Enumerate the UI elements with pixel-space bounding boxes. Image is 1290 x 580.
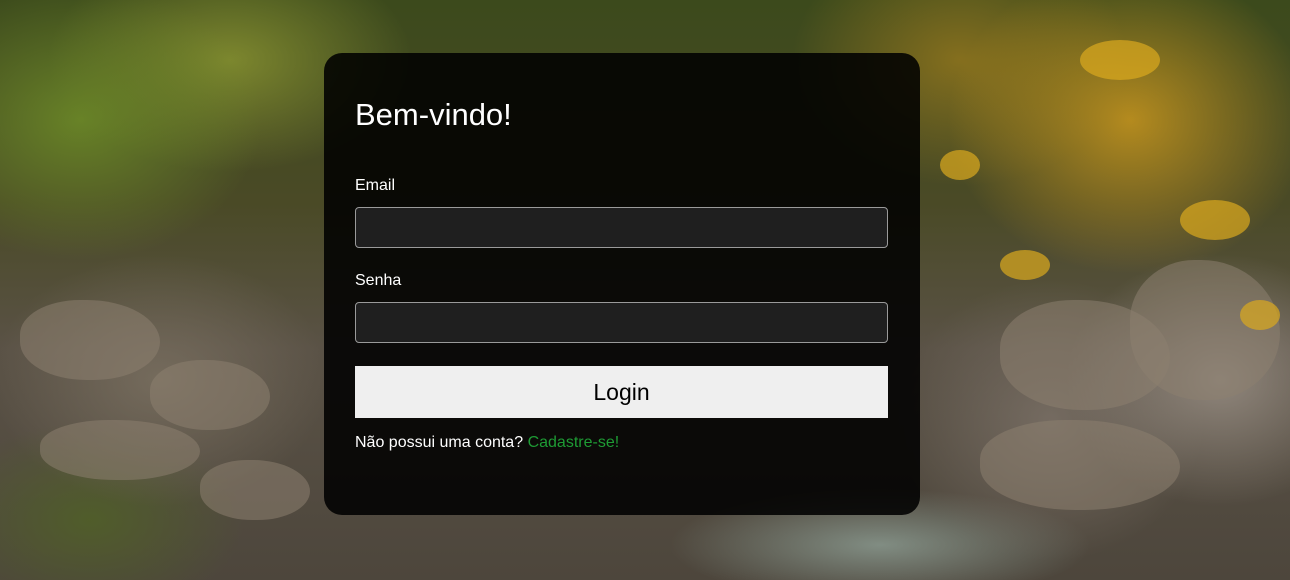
- password-field[interactable]: [355, 302, 888, 343]
- password-label: Senha: [355, 272, 402, 289]
- welcome-title: Bem-vindo!: [355, 97, 512, 132]
- login-card: Bem-vindo! Email Senha Login Não possui …: [324, 53, 920, 515]
- signup-prompt: Não possui uma conta?: [355, 434, 524, 451]
- signup-link[interactable]: Cadastre-se!: [528, 434, 620, 451]
- login-button[interactable]: Login: [355, 366, 888, 418]
- email-label: Email: [355, 177, 396, 194]
- email-field[interactable]: [355, 207, 888, 248]
- signup-row: Não possui uma conta? Cadastre-se!: [355, 435, 619, 451]
